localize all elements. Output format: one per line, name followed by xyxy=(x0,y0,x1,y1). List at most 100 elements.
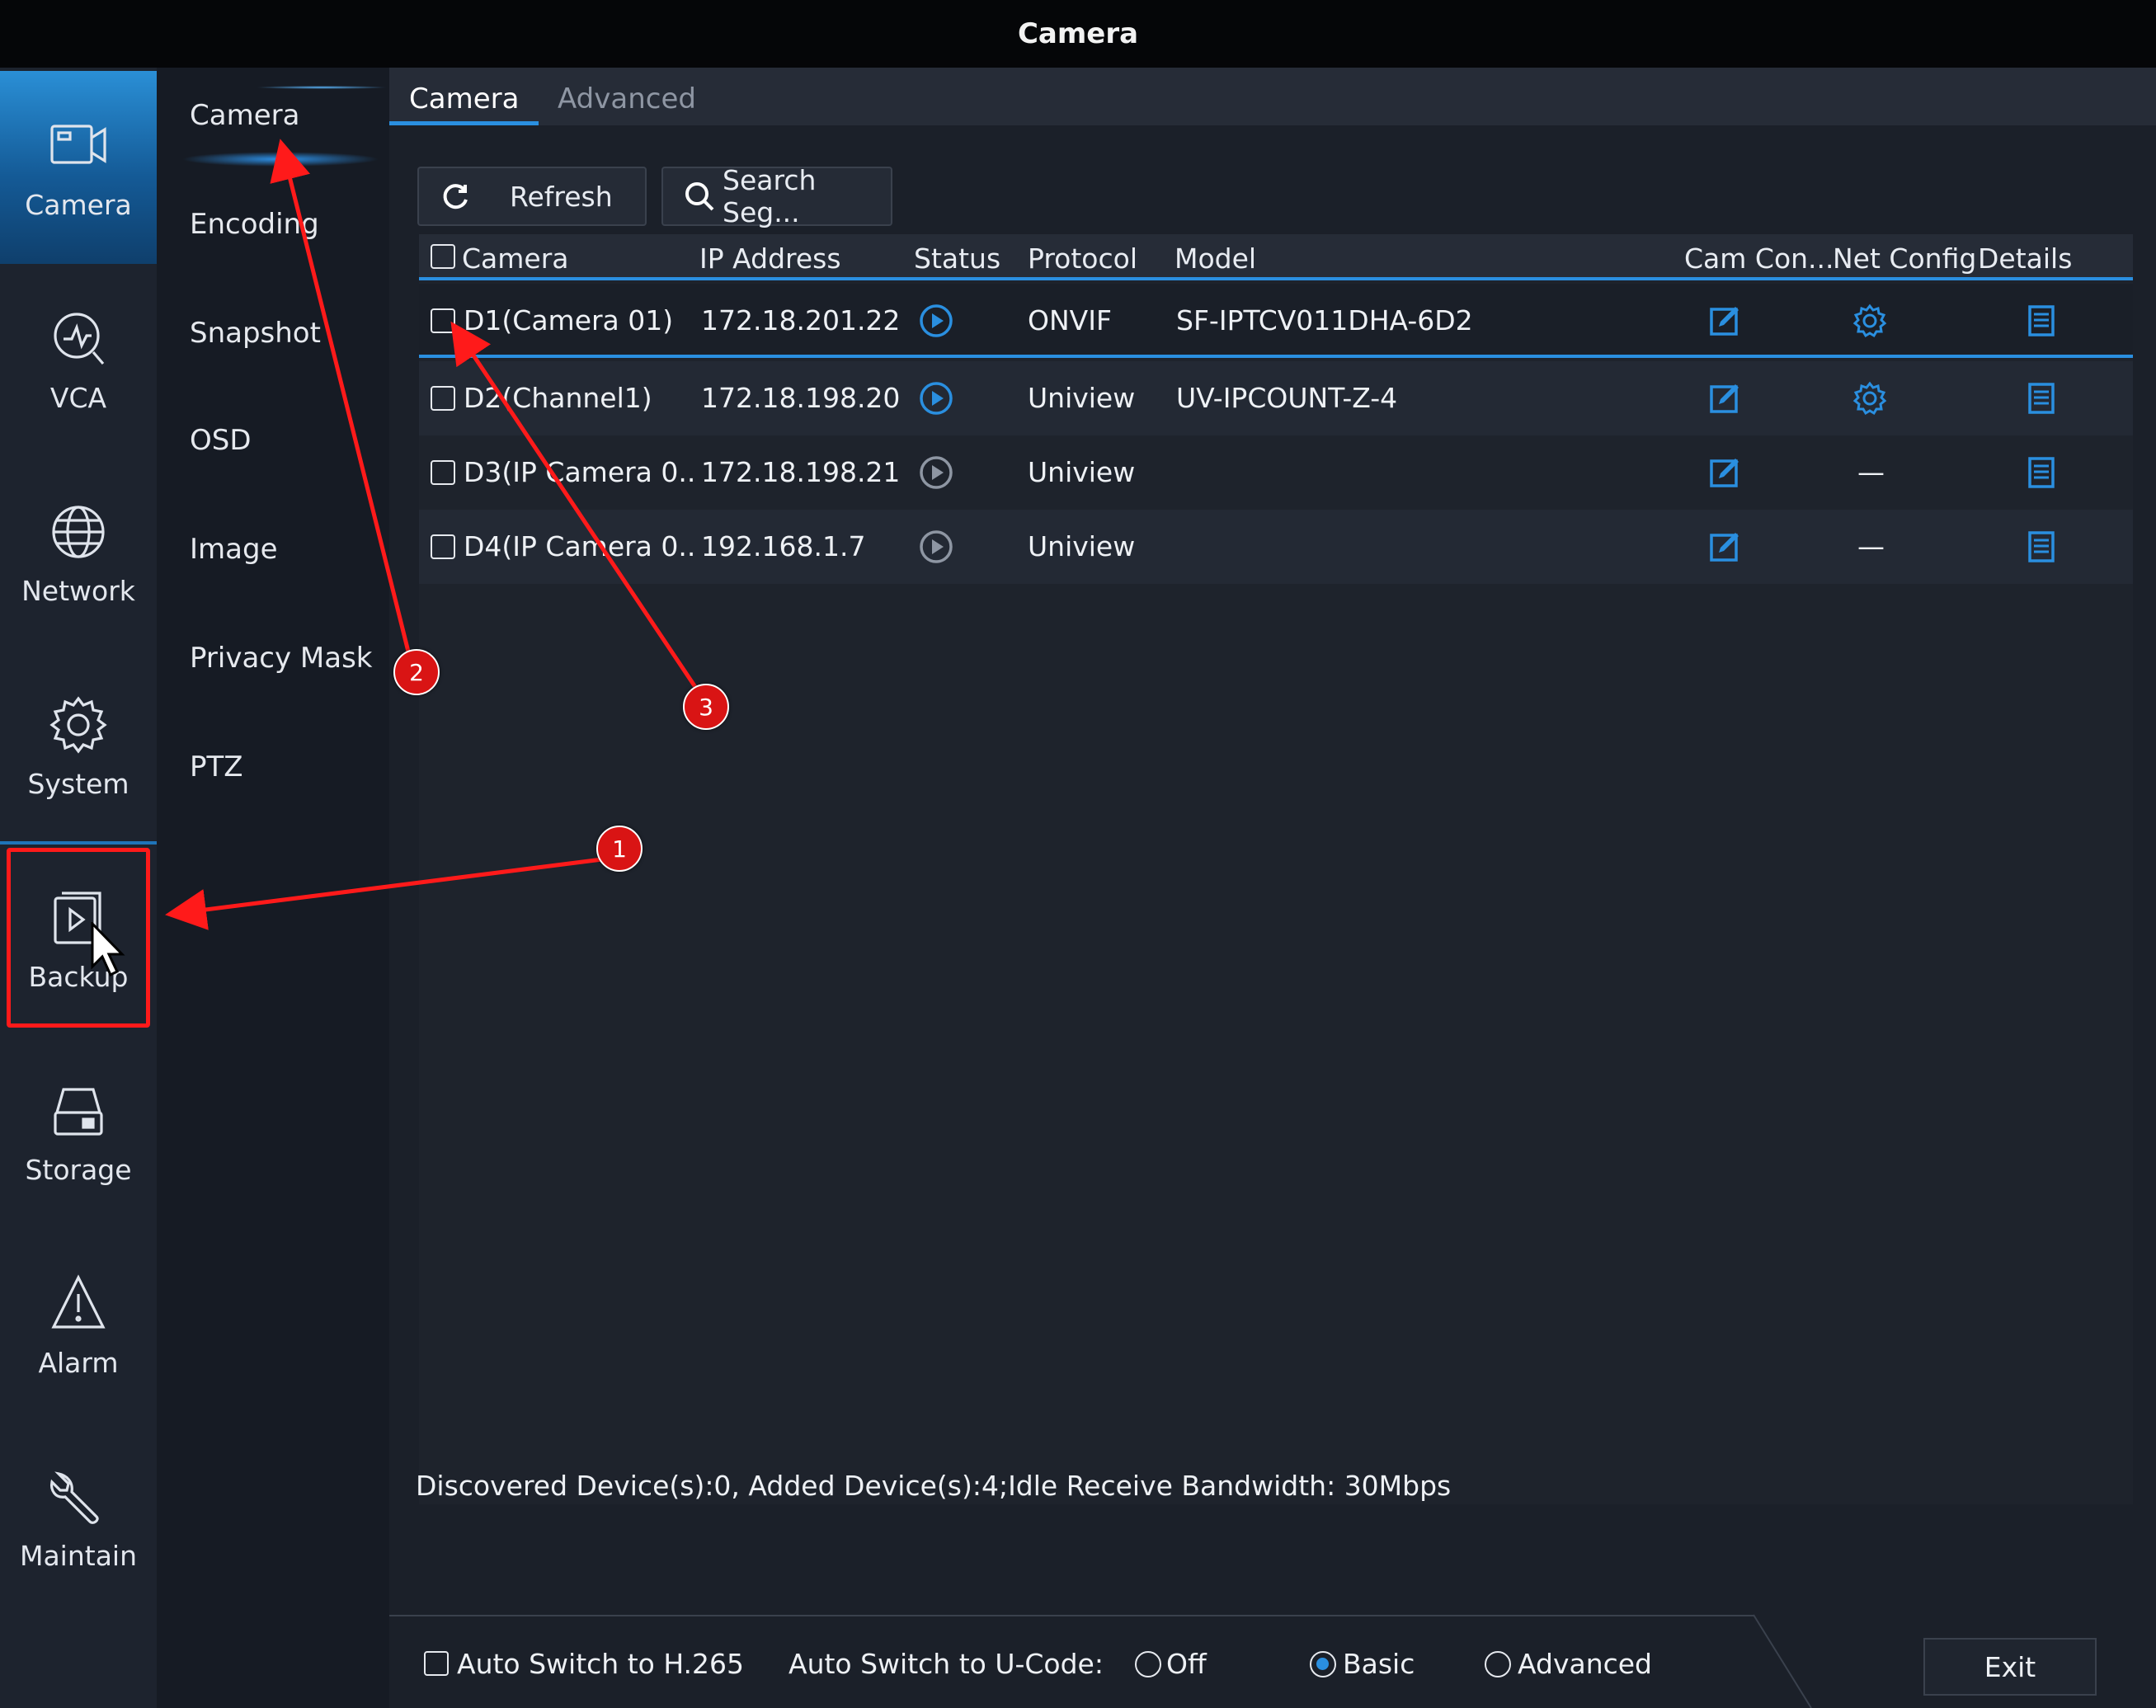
details-list-icon[interactable] xyxy=(2024,529,2059,564)
rail-item-camera[interactable]: Camera xyxy=(0,71,157,264)
cell-model: SF-IPTCV011DHA-6D2 xyxy=(1176,304,1473,336)
edit-icon[interactable] xyxy=(1707,529,1742,564)
edit-icon[interactable] xyxy=(1707,381,1742,416)
ucode-basic-radio[interactable] xyxy=(1310,1651,1336,1677)
column-header-ip: IP Address xyxy=(699,242,841,275)
row-checkbox[interactable] xyxy=(431,460,455,485)
rail-label: Network xyxy=(21,574,135,607)
search-icon xyxy=(683,180,716,213)
cell-camera: D1(Camera 01) xyxy=(464,304,674,336)
refresh-label: Refresh xyxy=(510,180,613,213)
cell-model: UV-IPCOUNT-Z-4 xyxy=(1176,382,1398,414)
column-header-net-config: Net Config xyxy=(1833,242,1977,275)
annotation-badge-3: 3 xyxy=(683,684,729,730)
status-offline-icon xyxy=(919,455,953,490)
vca-icon xyxy=(54,312,105,365)
submenu-item-osd[interactable]: OSD xyxy=(190,424,252,457)
table-header: Camera IP Address Status Protocol Model … xyxy=(419,234,2133,280)
tab-camera[interactable]: Camera xyxy=(388,68,539,125)
submenu-item-camera[interactable]: Camera xyxy=(190,99,299,132)
rail-item-maintain[interactable]: Maintain xyxy=(0,1422,157,1615)
refresh-button[interactable]: Refresh xyxy=(417,167,647,226)
ucode-off-label: Off xyxy=(1166,1648,1207,1680)
alarm-icon xyxy=(51,1273,106,1329)
status-offline-icon xyxy=(919,529,953,564)
wrench-icon xyxy=(50,1470,99,1524)
auto-h265-label: Auto Switch to H.265 xyxy=(457,1648,745,1680)
submenu-item-image[interactable]: Image xyxy=(190,533,277,566)
net-config-gear-icon[interactable] xyxy=(1852,303,1887,338)
submenu-item-snapshot[interactable]: Snapshot xyxy=(190,317,321,350)
rail-label: Maintain xyxy=(19,1539,138,1572)
details-list-icon[interactable] xyxy=(2024,303,2059,338)
net-config-none: — xyxy=(1857,530,1885,562)
cell-ip: 172.18.201.22 xyxy=(701,304,901,336)
ucode-off-radio[interactable] xyxy=(1135,1651,1161,1677)
column-header-protocol: Protocol xyxy=(1028,242,1137,275)
ucode-label: Auto Switch to U-Code: xyxy=(788,1648,1104,1680)
rail-item-network[interactable]: Network xyxy=(0,457,157,650)
column-header-cam-config: Cam Con... xyxy=(1684,242,1834,275)
camera-table: Camera IP Address Status Protocol Model … xyxy=(419,234,2133,1504)
camera-submenu: Camera Encoding Snapshot OSD Image Priva… xyxy=(157,68,389,1708)
row-checkbox[interactable] xyxy=(431,534,455,559)
submenu-item-ptz[interactable]: PTZ xyxy=(190,750,243,783)
rail-item-vca[interactable]: VCA xyxy=(0,264,157,457)
cell-camera: D4(IP Camera 0.. xyxy=(464,530,696,562)
submenu-item-privacy-mask[interactable]: Privacy Mask xyxy=(190,642,372,675)
status-online-icon xyxy=(919,303,953,338)
globe-icon xyxy=(52,505,105,558)
table-row[interactable]: D3(IP Camera 0.. 172.18.198.21 Uniview — xyxy=(419,435,2133,510)
cell-protocol: Uniview xyxy=(1028,382,1136,414)
select-all-checkbox[interactable] xyxy=(431,244,455,269)
gear-icon xyxy=(49,695,107,754)
rail-item-system[interactable]: System xyxy=(0,650,157,843)
rail-label: System xyxy=(27,767,129,800)
rail-label: VCA xyxy=(49,381,107,414)
details-list-icon[interactable] xyxy=(2024,455,2059,490)
auto-h265-checkbox[interactable] xyxy=(424,1651,449,1676)
table-row[interactable]: D2(Channel1) 172.18.198.20 Uniview UV-IP… xyxy=(419,361,2133,435)
row-checkbox[interactable] xyxy=(431,308,455,333)
edit-icon[interactable] xyxy=(1707,303,1742,338)
refresh-icon xyxy=(439,180,472,213)
annotation-badge-1: 1 xyxy=(596,826,643,872)
column-header-status: Status xyxy=(914,242,1001,275)
table-row[interactable]: D1(Camera 01) 172.18.201.22 ONVIF SF-IPT… xyxy=(419,284,2133,358)
edit-icon[interactable] xyxy=(1707,455,1742,490)
cell-camera: D3(IP Camera 0.. xyxy=(464,456,696,488)
main-panel: Camera Advanced Refresh Search Seg... Ca… xyxy=(388,68,2156,1708)
column-header-camera: Camera xyxy=(462,242,569,275)
cell-protocol: Uniview xyxy=(1028,456,1136,488)
row-checkbox[interactable] xyxy=(431,386,455,411)
bottom-bar-slant xyxy=(1753,1614,1812,1708)
cell-protocol: Uniview xyxy=(1028,530,1136,562)
camera-icon xyxy=(50,124,106,164)
annotation-badge-2: 2 xyxy=(393,649,440,695)
storage-icon xyxy=(54,1087,103,1136)
rail-label: Storage xyxy=(25,1153,132,1186)
exit-button[interactable]: Exit xyxy=(1923,1638,2097,1696)
submenu-item-encoding[interactable]: Encoding xyxy=(190,208,319,241)
rail-item-storage[interactable]: Storage xyxy=(0,1036,157,1229)
submenu-active-glow xyxy=(256,86,388,89)
cell-ip: 192.168.1.7 xyxy=(701,530,866,562)
cell-camera: D2(Channel1) xyxy=(464,382,652,414)
rail-label: Camera xyxy=(25,188,132,221)
net-config-gear-icon[interactable] xyxy=(1852,381,1887,416)
table-row[interactable]: D4(IP Camera 0.. 192.168.1.7 Uniview — xyxy=(419,510,2133,584)
tab-advanced[interactable]: Advanced xyxy=(558,68,696,125)
search-segment-label: Search Seg... xyxy=(723,164,817,228)
window-title: Camera xyxy=(0,0,2156,68)
rail-label: Alarm xyxy=(38,1346,119,1379)
ucode-advanced-label: Advanced xyxy=(1518,1648,1653,1680)
status-online-icon xyxy=(919,381,953,416)
search-segment-button[interactable]: Search Seg... xyxy=(661,164,892,228)
rail-item-alarm[interactable]: Alarm xyxy=(0,1229,157,1422)
column-header-details: Details xyxy=(1978,242,2073,275)
ucode-advanced-radio[interactable] xyxy=(1485,1651,1511,1677)
tab-bar: Camera Advanced xyxy=(388,68,2156,125)
details-list-icon[interactable] xyxy=(2024,381,2059,416)
ucode-basic-label: Basic xyxy=(1343,1648,1415,1680)
cell-protocol: ONVIF xyxy=(1028,304,1112,336)
